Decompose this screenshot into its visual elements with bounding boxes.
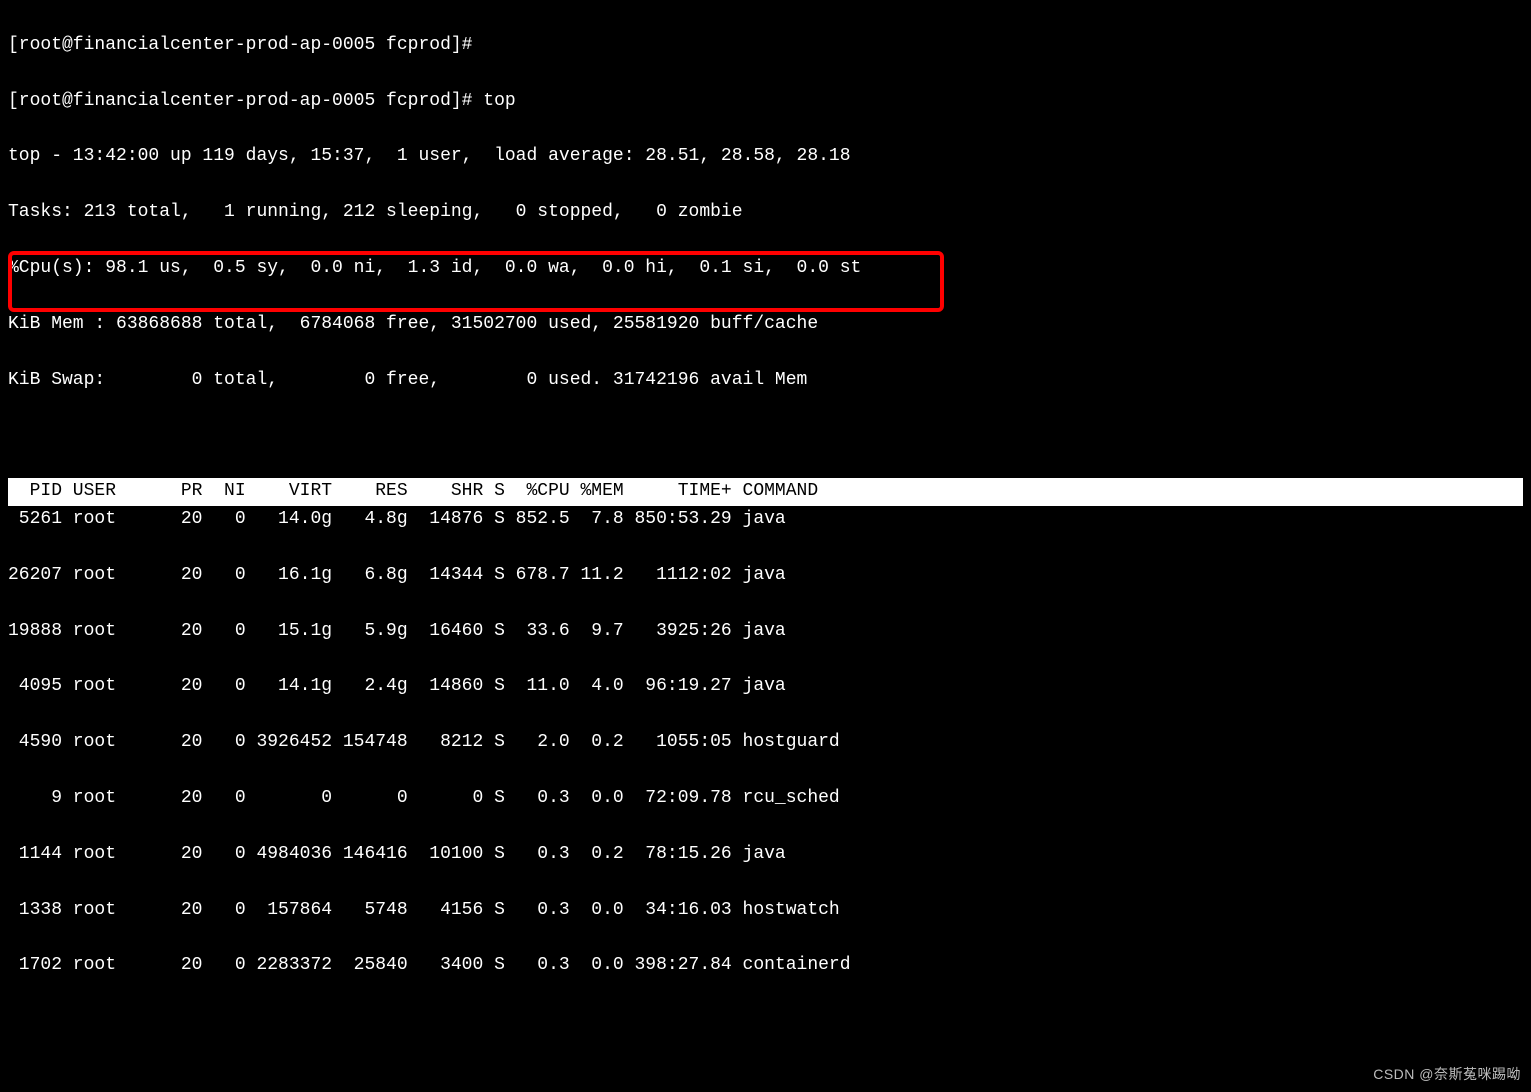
table-row: 26207 root 20 0 16.1g 6.8g 14344 S 678.7… — [8, 562, 1523, 590]
top-summary-swap: KiB Swap: 0 total, 0 free, 0 used. 31742… — [8, 367, 1523, 395]
table-row: 1338 root 20 0 157864 5748 4156 S 0.3 0.… — [8, 897, 1523, 925]
watermark: CSDN @奈斯菟咪踢呦 — [1373, 1064, 1521, 1086]
shell-prompt: [root@financialcenter-prod-ap-0005 fcpro… — [8, 32, 1523, 60]
shell-command-top: [root@financialcenter-prod-ap-0005 fcpro… — [8, 88, 1523, 116]
process-table-header: PID USER PR NI VIRT RES SHR S %CPU %MEM … — [8, 478, 1523, 506]
table-row: 4095 root 20 0 14.1g 2.4g 14860 S 11.0 4… — [8, 673, 1523, 701]
table-row: 5261 root 20 0 14.0g 4.8g 14876 S 852.5 … — [8, 506, 1523, 534]
top-summary-tasks: Tasks: 213 total, 1 running, 212 sleepin… — [8, 199, 1523, 227]
table-row: 1144 root 20 0 4984036 146416 10100 S 0.… — [8, 841, 1523, 869]
table-row: 4590 root 20 0 3926452 154748 8212 S 2.0… — [8, 729, 1523, 757]
terminal[interactable]: [root@financialcenter-prod-ap-0005 fcpro… — [0, 0, 1531, 1092]
table-row: 9 root 20 0 0 0 0 S 0.3 0.0 72:09.78 rcu… — [8, 785, 1523, 813]
top-summary-cpu: %Cpu(s): 98.1 us, 0.5 sy, 0.0 ni, 1.3 id… — [8, 255, 1523, 283]
blank-line — [8, 422, 1523, 450]
table-row: 1702 root 20 0 2283372 25840 3400 S 0.3 … — [8, 952, 1523, 980]
top-summary-mem: KiB Mem : 63868688 total, 6784068 free, … — [8, 311, 1523, 339]
top-summary-uptime: top - 13:42:00 up 119 days, 15:37, 1 use… — [8, 143, 1523, 171]
table-row: 19888 root 20 0 15.1g 5.9g 16460 S 33.6 … — [8, 618, 1523, 646]
